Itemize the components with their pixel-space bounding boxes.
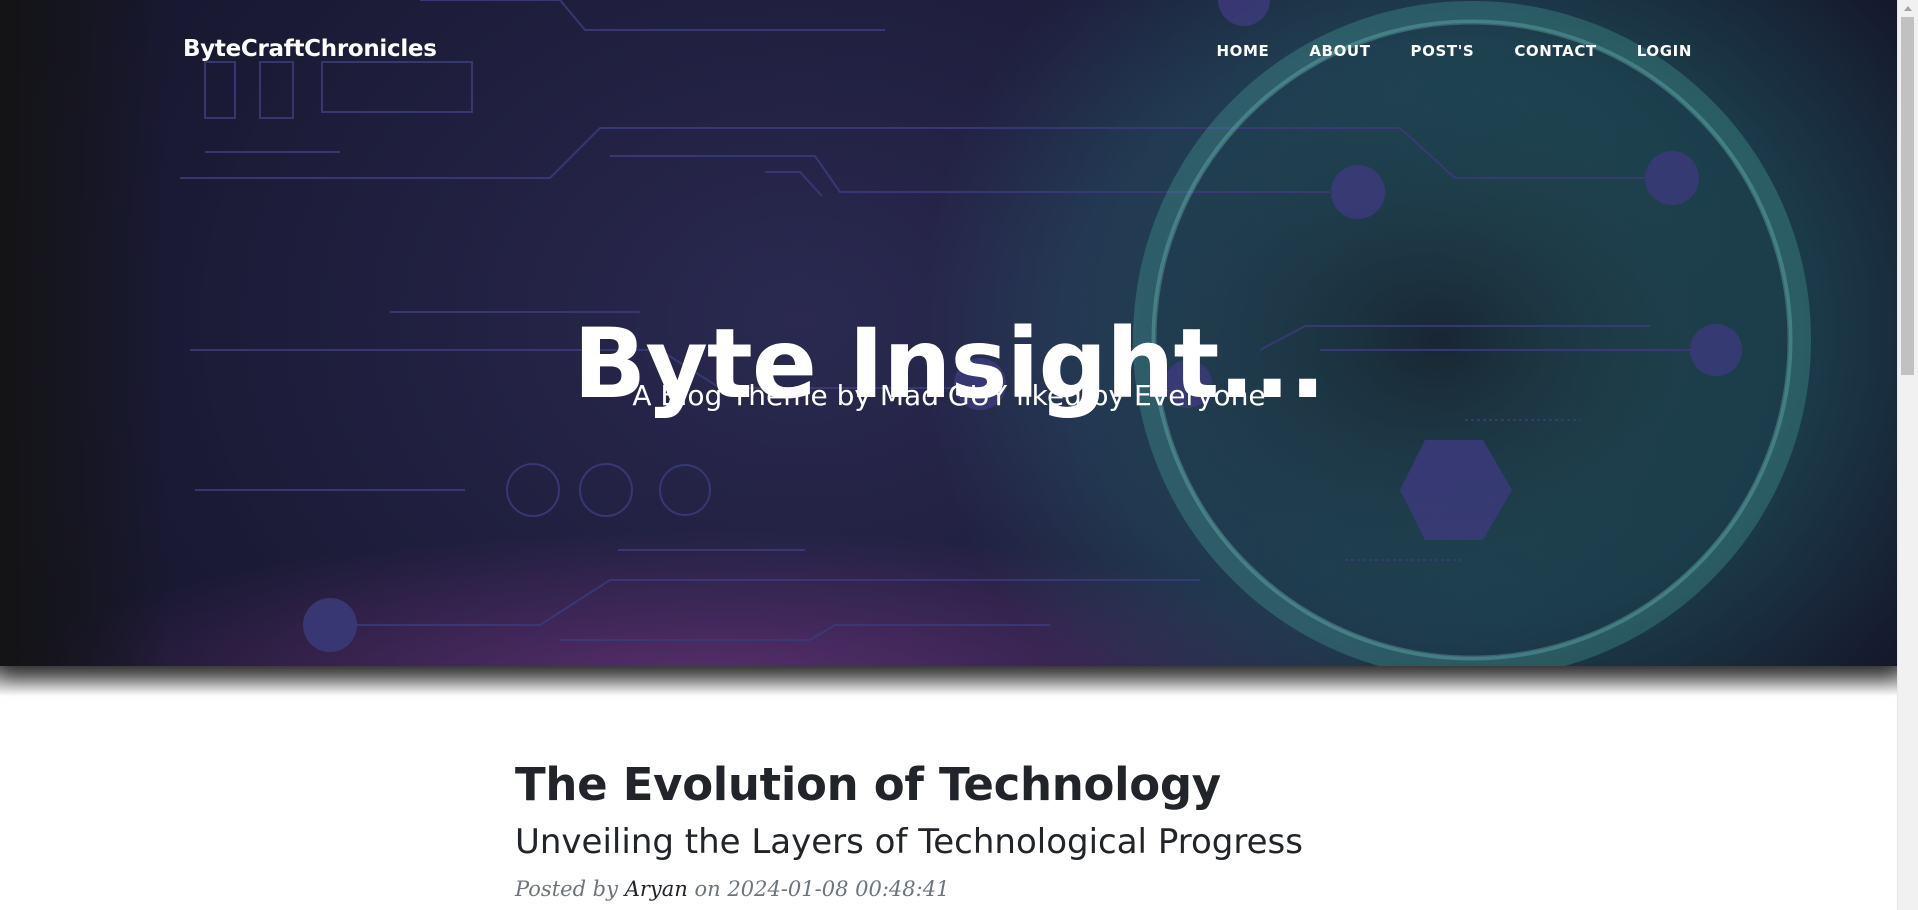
hero-shadow xyxy=(0,666,1898,696)
circuit-node xyxy=(1218,0,1270,26)
scrollbar-thumb[interactable] xyxy=(1901,17,1914,375)
post-meta-prefix: Posted by xyxy=(515,876,618,901)
circuit-line xyxy=(560,624,1050,641)
nav-posts[interactable]: POST'S xyxy=(1411,42,1475,60)
nav-about[interactable]: ABOUT xyxy=(1309,42,1370,60)
scroll-up-arrow-icon[interactable] xyxy=(1898,0,1918,16)
circuit-line xyxy=(350,579,1200,626)
post-date: 2024-01-08 00:48:41 xyxy=(727,876,950,901)
circuit-line xyxy=(180,127,1655,179)
circuit-ring xyxy=(506,463,560,517)
post-preview[interactable]: The Evolution of Technology Unveiling th… xyxy=(515,760,1415,901)
circuit-line xyxy=(610,155,1330,193)
nav-contact[interactable]: CONTACT xyxy=(1514,42,1596,60)
brand-logo[interactable]: ByteCraftChronicles xyxy=(183,36,437,62)
hero-header: ByteCraftChronicles HOME ABOUT POST'S CO… xyxy=(0,0,1898,666)
post-meta-on: on xyxy=(694,876,721,901)
circuit-hexagon xyxy=(1400,440,1512,540)
circuit-rect xyxy=(204,61,236,119)
circuit-rect xyxy=(321,61,473,113)
circuit-line xyxy=(765,171,823,197)
post-meta: Posted by Aryan on 2024-01-08 00:48:41 xyxy=(515,877,1415,901)
circuit-ring xyxy=(659,464,711,516)
post-subtitle[interactable]: Unveiling the Layers of Technological Pr… xyxy=(515,823,1415,861)
circuit-node xyxy=(303,598,357,652)
vertical-scrollbar[interactable] xyxy=(1897,0,1918,910)
main-nav: HOME ABOUT POST'S CONTACT LOGIN xyxy=(1216,42,1692,60)
nav-home[interactable]: HOME xyxy=(1216,42,1269,60)
circuit-rect xyxy=(259,61,294,119)
circuit-node xyxy=(1331,165,1385,219)
circuit-node xyxy=(1645,151,1699,205)
post-title[interactable]: The Evolution of Technology xyxy=(515,760,1415,810)
nav-login[interactable]: LOGIN xyxy=(1637,42,1692,60)
post-author-link[interactable]: Aryan xyxy=(625,877,688,901)
hero-subtitle: A Blog Theme by Mad GUY liked by Everyon… xyxy=(632,379,1266,412)
circuit-ring xyxy=(579,463,633,517)
page: ByteCraftChronicles HOME ABOUT POST'S CO… xyxy=(0,0,1918,910)
circuit-line xyxy=(420,0,885,31)
